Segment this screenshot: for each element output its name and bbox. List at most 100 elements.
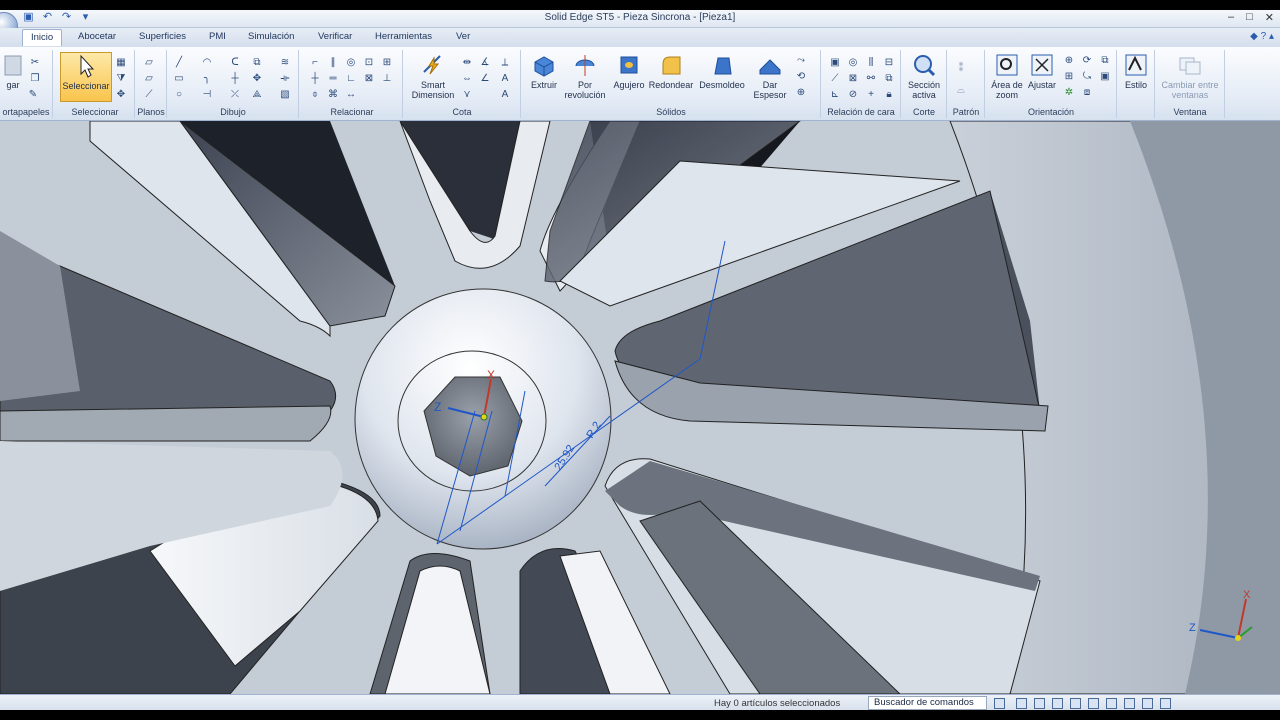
tab-abocetar[interactable]: Abocetar bbox=[78, 31, 116, 42]
close-icon[interactable]: ✕ bbox=[1265, 11, 1274, 24]
spin-icon[interactable]: ⤿ bbox=[1082, 72, 1092, 82]
sketch-view-icon[interactable]: ⧈ bbox=[1082, 88, 1092, 98]
face-horizontal-icon[interactable]: ⊾ bbox=[830, 90, 840, 100]
face-coplanar-icon[interactable]: ▣ bbox=[830, 58, 840, 68]
tangent-icon[interactable]: ⌽ bbox=[310, 90, 320, 100]
revolve-button[interactable]: Por revolución bbox=[560, 52, 610, 100]
hatch-icon[interactable]: ▧ bbox=[280, 90, 290, 100]
coordinate-icon[interactable]: ⟂ bbox=[500, 58, 510, 68]
command-finder-input[interactable]: Buscador de comandos bbox=[868, 696, 987, 710]
face-offset-icon[interactable]: ⧉ bbox=[884, 74, 894, 84]
tab-inicio[interactable]: Inicio bbox=[22, 29, 63, 46]
plane-lock-icon[interactable]: ▱ bbox=[144, 74, 154, 84]
symmetric-dim-icon[interactable]: ⇔ bbox=[462, 74, 472, 84]
draft-button[interactable]: Desmoldeo bbox=[698, 52, 746, 90]
face-tangent-icon[interactable]: ⟋ bbox=[830, 74, 840, 84]
distance-icon[interactable]: ⇹ bbox=[462, 58, 472, 68]
hole-button[interactable]: Agujero bbox=[610, 52, 648, 90]
orient-icon[interactable]: ✲ bbox=[1064, 88, 1074, 98]
view-fit-icon[interactable] bbox=[1016, 698, 1027, 709]
tab-herramientas[interactable]: Herramientas bbox=[375, 31, 432, 42]
rectangle-icon[interactable]: ▭ bbox=[174, 74, 184, 84]
face-perpendicular-icon[interactable]: ⊘ bbox=[848, 90, 858, 100]
extend-icon[interactable]: ⊣ bbox=[202, 90, 212, 100]
collinear-icon[interactable]: ⊠ bbox=[364, 74, 374, 84]
face-symmetric-icon[interactable]: ⊠ bbox=[848, 74, 858, 84]
sketch-view-status-icon[interactable] bbox=[1106, 698, 1117, 709]
angular-coord-icon[interactable]: ∠ bbox=[480, 74, 490, 84]
views-icon[interactable]: ⧉ bbox=[1100, 56, 1110, 66]
concentric-icon[interactable]: ◎ bbox=[346, 58, 356, 68]
angle-icon[interactable]: ∡ bbox=[480, 58, 490, 68]
tab-simulacion[interactable]: Simulación bbox=[248, 31, 294, 42]
tab-pmi[interactable]: PMI bbox=[209, 31, 226, 42]
zoom-area-button[interactable]: Área de zoom bbox=[988, 52, 1026, 100]
connect-icon[interactable]: ⌐ bbox=[310, 58, 320, 68]
arc-icon[interactable]: ◠ bbox=[202, 58, 212, 68]
maximize-icon[interactable]: □ bbox=[1246, 11, 1253, 24]
project-icon[interactable]: ≋ bbox=[280, 58, 290, 68]
split-icon[interactable]: ⤫ bbox=[230, 90, 240, 100]
chamfer-dim-icon[interactable]: ⋎ bbox=[462, 90, 472, 100]
face-rigid-icon[interactable]: ⚯ bbox=[866, 74, 876, 84]
symmetric-icon[interactable]: ⊥ bbox=[382, 74, 392, 84]
wheel-model[interactable]: 25.92 R 2 Z X Z X bbox=[0, 121, 1280, 694]
perpendicular-icon[interactable]: ┼ bbox=[310, 74, 320, 84]
plane-axis-icon[interactable]: ⟋ bbox=[144, 90, 154, 100]
rotate-status-icon[interactable] bbox=[1070, 698, 1081, 709]
fit-button[interactable]: Ajustar bbox=[1024, 52, 1060, 90]
named-view-icon[interactable]: ▣ bbox=[1100, 72, 1110, 82]
copy-icon[interactable]: ❐ bbox=[30, 74, 40, 84]
smart-dimension-button[interactable]: Smart Dimension bbox=[408, 52, 458, 100]
mirror-icon[interactable]: ⟛ bbox=[280, 74, 290, 84]
text-dim-icon[interactable]: A bbox=[500, 74, 510, 84]
pan-icon[interactable]: ⊞ bbox=[1064, 72, 1074, 82]
zoom-status-icon[interactable] bbox=[1034, 698, 1045, 709]
rotate-icon[interactable]: ⟳ bbox=[1082, 56, 1092, 66]
tab-verificar[interactable]: Verificar bbox=[318, 31, 352, 42]
maintain-icon[interactable]: ↔ bbox=[346, 90, 356, 100]
trim-icon[interactable]: ┼ bbox=[230, 74, 240, 84]
shade-status-icon[interactable] bbox=[1124, 698, 1135, 709]
filter-icon[interactable]: ⧩ bbox=[116, 74, 126, 84]
thicken-button[interactable]: Dar Espesor bbox=[748, 52, 792, 100]
circle-icon[interactable]: ○ bbox=[174, 90, 184, 100]
parallel-icon[interactable]: ∥ bbox=[328, 58, 338, 68]
zoom-icon[interactable]: ⊕ bbox=[1064, 56, 1074, 66]
style-button[interactable]: Estilo bbox=[1120, 52, 1152, 90]
select-options-icon[interactable]: ✥ bbox=[116, 90, 126, 100]
live-section-button[interactable]: Sección activa bbox=[904, 52, 944, 100]
format-painter-icon[interactable]: ✎ bbox=[28, 90, 38, 100]
horizontal-icon[interactable]: ∟ bbox=[346, 74, 356, 84]
sweep-icon[interactable]: ⤳ bbox=[796, 56, 806, 66]
equal-icon[interactable]: ═ bbox=[328, 74, 338, 84]
pattern-icon[interactable]: ⁑ bbox=[956, 64, 966, 74]
tab-ver[interactable]: Ver bbox=[456, 31, 470, 42]
plane-icon[interactable]: ▱ bbox=[144, 58, 154, 68]
play-icon[interactable] bbox=[994, 698, 1005, 709]
round-button[interactable]: Redondear bbox=[646, 52, 696, 90]
fillet-icon[interactable]: ╮ bbox=[202, 74, 212, 84]
help-status-icon[interactable] bbox=[1142, 698, 1153, 709]
rigid-icon[interactable]: ⌘ bbox=[328, 90, 338, 100]
minimize-icon[interactable]: – bbox=[1228, 11, 1234, 24]
orient-status-icon[interactable] bbox=[1088, 698, 1099, 709]
union-icon[interactable]: ⊕ bbox=[796, 88, 806, 98]
face-fix-icon[interactable]: + bbox=[866, 90, 876, 100]
annotation-icon[interactable]: A bbox=[500, 90, 510, 100]
lock-icon[interactable]: ⊡ bbox=[364, 58, 374, 68]
help-icon[interactable]: ◆ ? ▴ bbox=[1250, 31, 1274, 42]
point-icon[interactable]: ⟁ bbox=[252, 90, 262, 100]
zoom-slider-icon[interactable] bbox=[1160, 698, 1171, 709]
graphics-window[interactable]: 25.92 R 2 Z X Z X bbox=[0, 121, 1280, 694]
cut-icon[interactable]: ✂ bbox=[30, 58, 40, 68]
move-icon[interactable]: ✥ bbox=[252, 74, 262, 84]
extrude-button[interactable]: Extruir bbox=[524, 52, 564, 90]
paste-button[interactable]: gar bbox=[2, 52, 24, 90]
offset-icon[interactable]: ⧉ bbox=[252, 58, 262, 68]
loft-icon[interactable]: ⟲ bbox=[796, 72, 806, 82]
tab-superficies[interactable]: Superficies bbox=[139, 31, 186, 42]
pan-status-icon[interactable] bbox=[1052, 698, 1063, 709]
face-concentric-icon[interactable]: ◎ bbox=[848, 58, 858, 68]
line-icon[interactable]: ╱ bbox=[174, 58, 184, 68]
